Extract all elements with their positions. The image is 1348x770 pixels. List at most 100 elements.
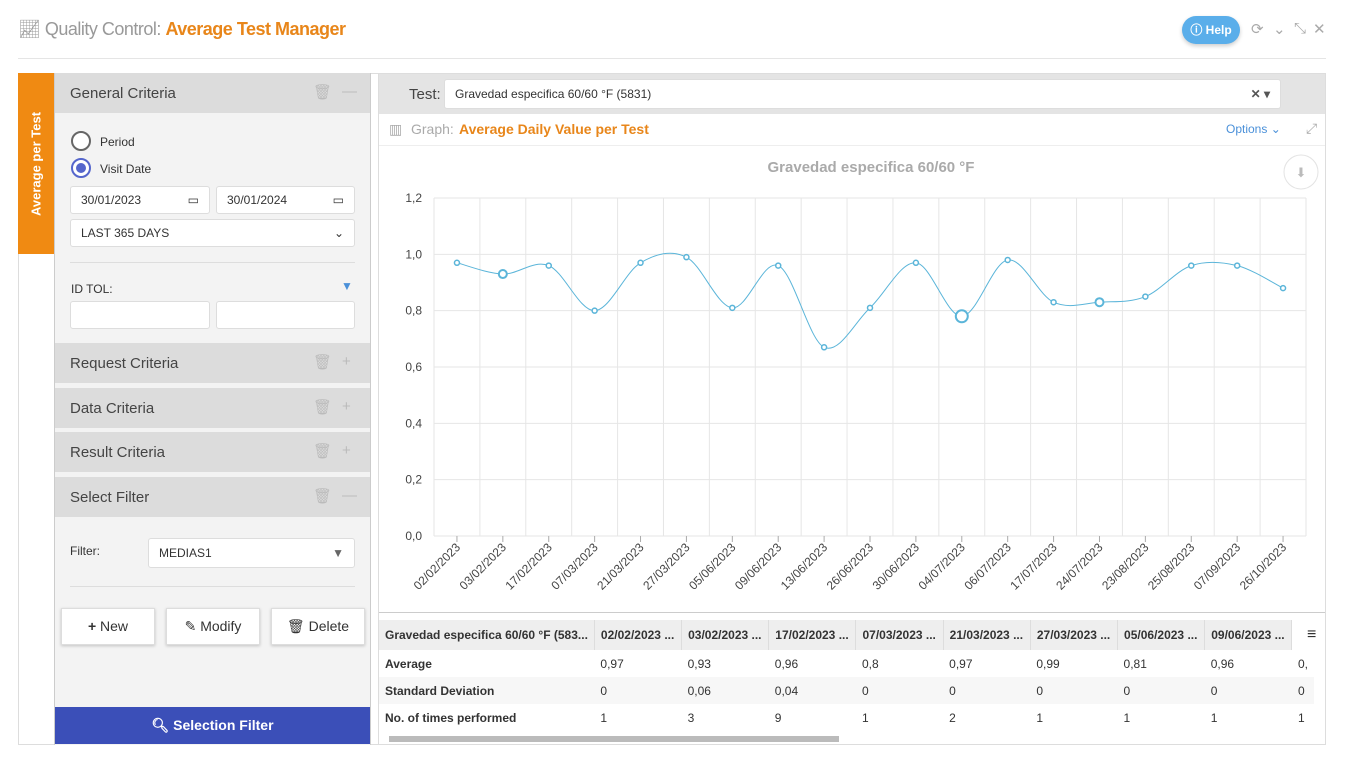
calendar-icon[interactable]: ▭ — [188, 193, 199, 207]
expand-icon[interactable]: ⤢ — [1306, 120, 1317, 137]
collapse-icon[interactable]: — — [342, 83, 357, 100]
splitter[interactable] — [379, 612, 1325, 613]
chevron-down-icon: ⌄ — [333, 226, 344, 240]
clear-caret-icon[interactable]: ✕ ▾ — [1251, 87, 1270, 101]
data-point[interactable] — [591, 307, 598, 314]
visit-date-radio[interactable] — [71, 158, 91, 178]
help-button[interactable]: ⓘ Help — [1182, 16, 1240, 44]
data-point[interactable] — [1094, 297, 1105, 308]
section-select-filter[interactable]: Select Filter 🗑︎ — — [55, 477, 370, 517]
trash-icon[interactable]: 🗑︎ — [313, 353, 332, 371]
data-point[interactable] — [866, 304, 874, 312]
data-table: Gravedad especifica 60/60 °F (583... 02/0… — [379, 620, 1325, 742]
data-point[interactable] — [1050, 298, 1057, 306]
expand-icon[interactable]: + — [342, 442, 351, 459]
test-select[interactable]: Gravedad especifica 60/60 °F (5831) ✕ ▾ — [444, 79, 1281, 109]
section-request-criteria[interactable]: Request Criteria 🗑︎ + — [55, 343, 370, 383]
chevron-down-icon[interactable]: ⌄ — [1273, 20, 1286, 38]
data-point[interactable] — [729, 304, 736, 312]
column-header[interactable]: 27/03/2023 ... — [1030, 620, 1119, 650]
data-point[interactable] — [637, 259, 644, 267]
x-tick-label: 05/06/2023 — [686, 540, 739, 593]
x-tick-label: 21/03/2023 — [594, 540, 647, 593]
data-point[interactable] — [820, 344, 828, 351]
x-tick-label: 07/09/2023 — [1191, 540, 1244, 593]
tab-average-per-test[interactable]: Average per Test — [18, 73, 54, 254]
compress-icon[interactable]: ⤡ — [1294, 20, 1306, 37]
column-header[interactable]: 07/03/2023 ... — [855, 620, 944, 650]
table-cell: 0,06 — [681, 677, 769, 704]
id-tol-from-input[interactable] — [70, 301, 210, 329]
table-cell: 0, — [1297, 656, 1308, 671]
x-tick-label: 27/03/2023 — [640, 540, 693, 593]
visit-date-label: Visit Date — [100, 162, 152, 176]
x-tick-label: 03/02/2023 — [457, 540, 510, 593]
data-point[interactable] — [497, 269, 508, 280]
filter-value: MEDIAS1 — [159, 546, 212, 560]
horizontal-scrollbar[interactable] — [389, 736, 839, 742]
new-button[interactable]: + New — [61, 608, 155, 645]
section-result-criteria[interactable]: Result Criteria 🗑︎ + — [55, 432, 370, 472]
data-point[interactable] — [774, 262, 782, 269]
table-cell: 0,96 — [774, 656, 799, 671]
filter-select[interactable]: MEDIAS1 ▼ — [148, 538, 355, 568]
x-tick-label: 24/07/2023 — [1053, 540, 1106, 593]
id-tol-to-input[interactable] — [216, 301, 355, 329]
column-header[interactable]: 02/02/2023 ... — [594, 620, 683, 650]
column-header[interactable]: 09/06/2023 ... — [1204, 620, 1293, 650]
table-cell: 0 — [1204, 677, 1292, 704]
x-tick-label: 13/06/2023 — [778, 540, 831, 593]
data-point[interactable] — [453, 259, 461, 267]
collapse-icon[interactable]: — — [342, 487, 357, 504]
refresh-icon[interactable]: ⟳ — [1251, 20, 1264, 38]
range-select[interactable]: LAST 365 DAYS ⌄ — [70, 219, 355, 247]
data-point[interactable] — [683, 253, 690, 261]
section-general-criteria[interactable]: General Criteria 🗑︎ — — [55, 73, 370, 113]
graph-bar: ▥ Graph: Average Daily Value per Test Op… — [379, 114, 1325, 146]
x-tick-label: 09/06/2023 — [732, 540, 785, 593]
row-label: No. of times performed — [385, 710, 517, 725]
data-point[interactable] — [1279, 284, 1287, 292]
data-point[interactable] — [1188, 262, 1195, 269]
close-icon[interactable]: ✕ — [1313, 20, 1326, 38]
column-header[interactable]: 21/03/2023 ... — [943, 620, 1031, 650]
selection-filter-label: Selection Filter — [173, 717, 274, 733]
trash-icon[interactable]: 🗑︎ — [313, 487, 332, 505]
modify-label: Modify — [200, 618, 242, 634]
expand-icon[interactable]: + — [342, 353, 351, 370]
delete-button[interactable]: 🗑︎ Delete — [271, 608, 365, 645]
period-radio[interactable] — [71, 131, 91, 151]
x-tick-label: 26/06/2023 — [824, 540, 877, 593]
options-button[interactable]: Options ⌄ — [1226, 122, 1281, 136]
data-point[interactable] — [1233, 262, 1241, 269]
column-header[interactable]: Gravedad especifica 60/60 °F (583... — [379, 620, 595, 650]
table-cell: 1 — [1123, 710, 1131, 725]
data-point[interactable] — [545, 262, 552, 269]
data-point[interactable] — [912, 259, 920, 267]
x-tick-label: 17/07/2023 — [1007, 540, 1060, 593]
filter-icon[interactable]: ▼ — [341, 279, 353, 293]
title-main: Average Test Manager — [165, 19, 346, 39]
date-to-input[interactable]: 30/01/2024 ▭ — [216, 186, 355, 214]
column-header[interactable]: 03/02/2023 ... — [681, 620, 770, 650]
trash-icon[interactable]: 🗑︎ — [313, 442, 332, 460]
data-point[interactable] — [1142, 293, 1149, 300]
modify-button[interactable]: ✎ Modify — [166, 608, 260, 645]
menu-icon[interactable]: ≡ — [1307, 626, 1316, 644]
selection-filter-button[interactable]: 🔍︎ Selection Filter — [55, 707, 370, 744]
table-cell: 0,8 — [861, 656, 879, 671]
calendar-icon[interactable]: ▭ — [333, 193, 344, 207]
section-data-criteria[interactable]: Data Criteria 🗑︎ + — [55, 388, 370, 428]
column-header[interactable]: 17/02/2023 ... — [768, 620, 857, 650]
data-point[interactable] — [954, 309, 969, 324]
data-point[interactable] — [1004, 256, 1011, 264]
trash-icon[interactable]: 🗑︎ — [313, 83, 332, 101]
table-cell: 0 — [1291, 677, 1314, 704]
trash-icon[interactable]: 🗑︎ — [313, 398, 332, 416]
column-header[interactable]: 05/06/2023 ... — [1117, 620, 1206, 650]
table-cell: 0,96 — [1210, 656, 1235, 671]
date-from-input[interactable]: 30/01/2023 ▭ — [70, 186, 210, 214]
expand-icon[interactable]: + — [342, 398, 351, 415]
line-chart: Gravedad especifica 60/60 °F ⬇ 0,0 0,2 0,4… — [405, 154, 1319, 593]
divider — [70, 586, 355, 587]
